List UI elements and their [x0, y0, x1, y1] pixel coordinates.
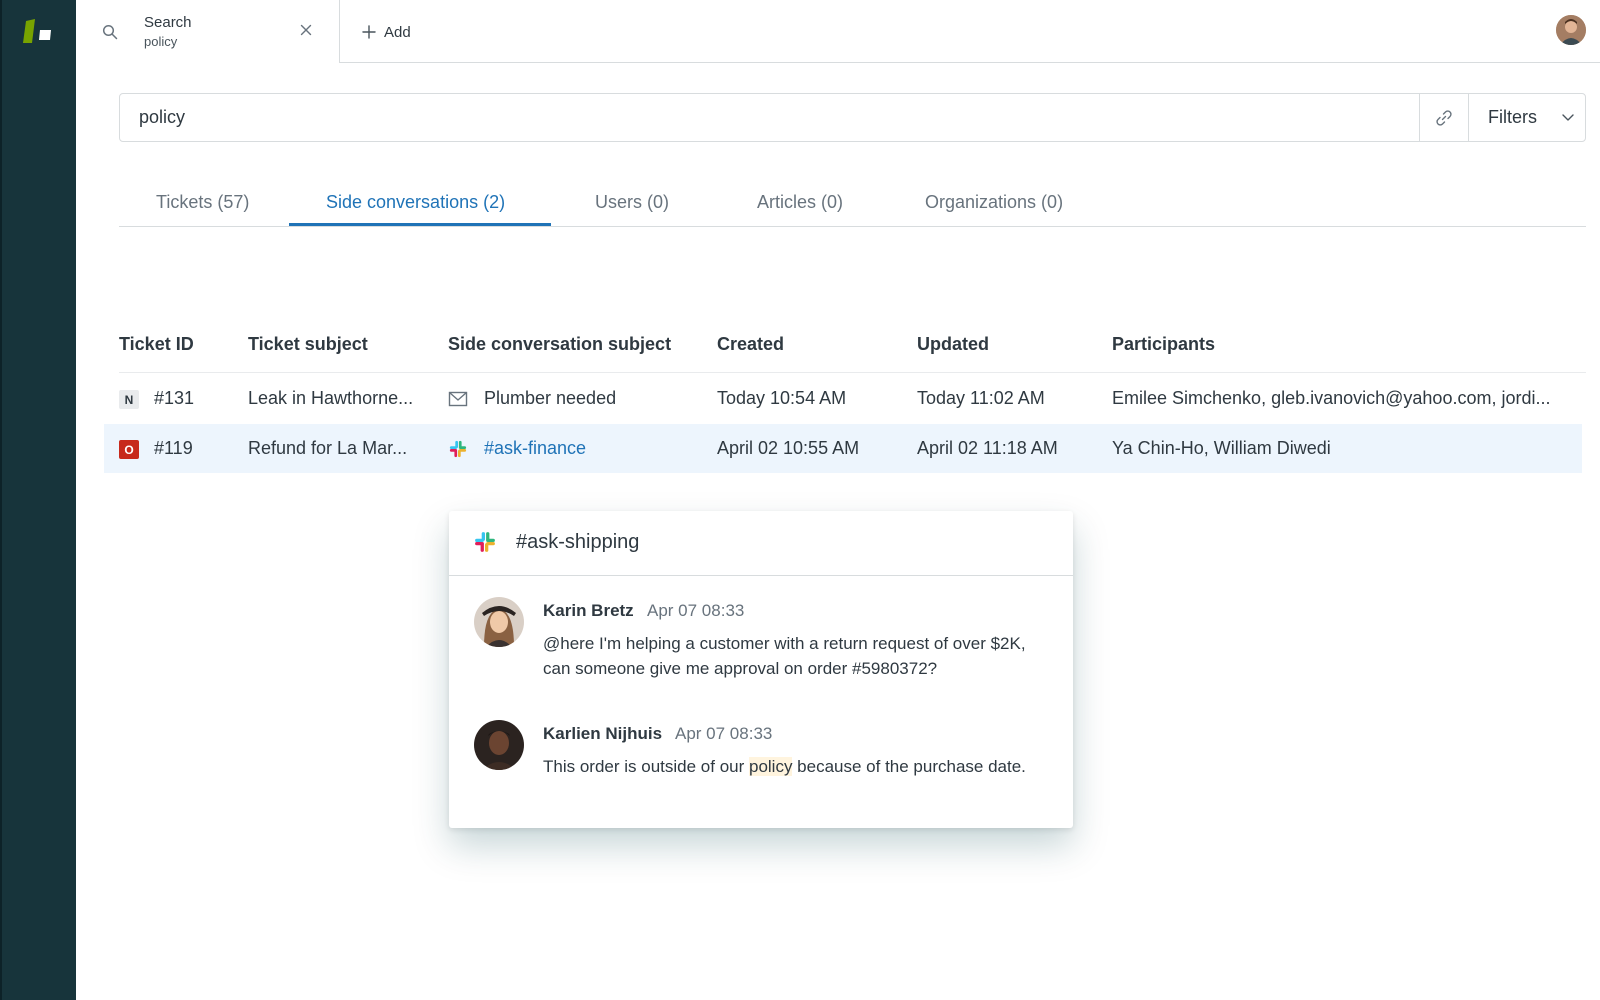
updated-date: April 02 11:18 AM — [917, 438, 1058, 458]
preview-channel-title: #ask-shipping — [516, 531, 640, 553]
ticket-id: #131 — [154, 388, 195, 408]
tab-side-conversations[interactable]: Side conversations (2) — [326, 192, 505, 213]
column-header-participants[interactable]: Participants — [1112, 334, 1215, 355]
participants: Emilee Simchenko, gleb.ivanovich@yahoo.c… — [1112, 388, 1551, 408]
message-text: This order is outside of our policy beca… — [543, 754, 1033, 779]
tab-users[interactable]: Users (0) — [595, 192, 669, 213]
add-tab-label: Add — [384, 23, 411, 41]
preview-header: #ask-shipping — [449, 511, 1073, 576]
table-header-divider — [119, 372, 1586, 373]
user-avatar-image — [1556, 15, 1586, 45]
avatar — [474, 720, 524, 770]
avatar — [474, 597, 524, 647]
add-tab-button[interactable]: Add — [362, 20, 411, 44]
message-text-before: This order is outside of our — [543, 757, 749, 776]
ticket-id: #119 — [154, 438, 193, 458]
table-row-selected[interactable]: O #119 Refund for La Mar... #ask-finance… — [104, 424, 1582, 473]
search-input[interactable] — [120, 94, 1420, 141]
avatar-image — [474, 597, 524, 647]
status-badge-new: N — [119, 390, 139, 409]
result-tabs: Tickets (57) Side conversations (2) User… — [119, 180, 1586, 227]
link-icon — [1436, 109, 1452, 126]
tab-articles[interactable]: Articles (0) — [757, 192, 843, 213]
created-date: April 02 10:55 AM — [717, 438, 860, 458]
tab-tickets[interactable]: Tickets (57) — [156, 192, 249, 213]
updated-date: Today 11:02 AM — [917, 388, 1045, 408]
search-icon — [102, 24, 118, 40]
column-header-ticket-id[interactable]: Ticket ID — [119, 334, 194, 355]
column-header-side-conversation-subject[interactable]: Side conversation subject — [448, 334, 671, 355]
message-time: Apr 07 08:33 — [647, 601, 745, 620]
message-author: Karin Bretz — [543, 601, 634, 620]
message-time: Apr 07 08:33 — [675, 724, 773, 743]
left-rail — [0, 0, 76, 1000]
message-author: Karlien Nijhuis — [543, 724, 663, 743]
app-logo-icon[interactable] — [22, 18, 56, 48]
tab-organizations[interactable]: Organizations (0) — [925, 192, 1063, 213]
message-text: @here I'm helping a customer with a retu… — [543, 634, 1026, 678]
message-text-after: because of the purchase date. — [792, 757, 1026, 776]
slack-icon — [449, 440, 467, 458]
avatar-image — [474, 720, 524, 770]
status-badge-open: O — [119, 440, 139, 459]
search-tab-title: Search — [144, 14, 192, 31]
rail-edge — [0, 0, 2, 1000]
side-conversation-subject: Plumber needed — [484, 388, 617, 408]
search-tab-subtitle: policy — [144, 34, 178, 49]
top-bar: Search policy Add — [76, 0, 1600, 63]
side-conversation-preview: #ask-shipping Karin Bretz Apr 07 08:33 @… — [449, 511, 1073, 828]
column-header-created[interactable]: Created — [717, 334, 784, 355]
search-highlight: policy — [748, 757, 793, 776]
created-date: Today 10:54 AM — [717, 388, 847, 408]
filters-dropdown[interactable]: Filters — [1468, 94, 1586, 141]
close-icon[interactable] — [298, 22, 314, 38]
slack-icon — [475, 532, 495, 552]
table-row[interactable]: N #131 Leak in Hawthorne... Plumber need… — [104, 374, 1582, 423]
column-header-updated[interactable]: Updated — [917, 334, 989, 355]
plus-icon — [362, 25, 376, 39]
ticket-subject: Leak in Hawthorne... — [248, 388, 414, 408]
chevron-down-icon — [1562, 113, 1574, 121]
link-search-button[interactable] — [1419, 94, 1468, 141]
active-tab-indicator — [289, 223, 551, 226]
user-avatar[interactable] — [1556, 15, 1586, 45]
participants: Ya Chin-Ho, William Diwedi — [1112, 438, 1331, 458]
email-icon — [448, 391, 468, 407]
side-conversation-link[interactable]: #ask-finance — [484, 438, 586, 459]
filters-label: Filters — [1488, 107, 1537, 127]
search-workspace-tab[interactable]: Search policy — [76, 0, 340, 63]
search-bar: Filters — [119, 93, 1586, 142]
ticket-subject: Refund for La Mar... — [248, 438, 408, 458]
column-header-ticket-subject[interactable]: Ticket subject — [248, 334, 368, 355]
